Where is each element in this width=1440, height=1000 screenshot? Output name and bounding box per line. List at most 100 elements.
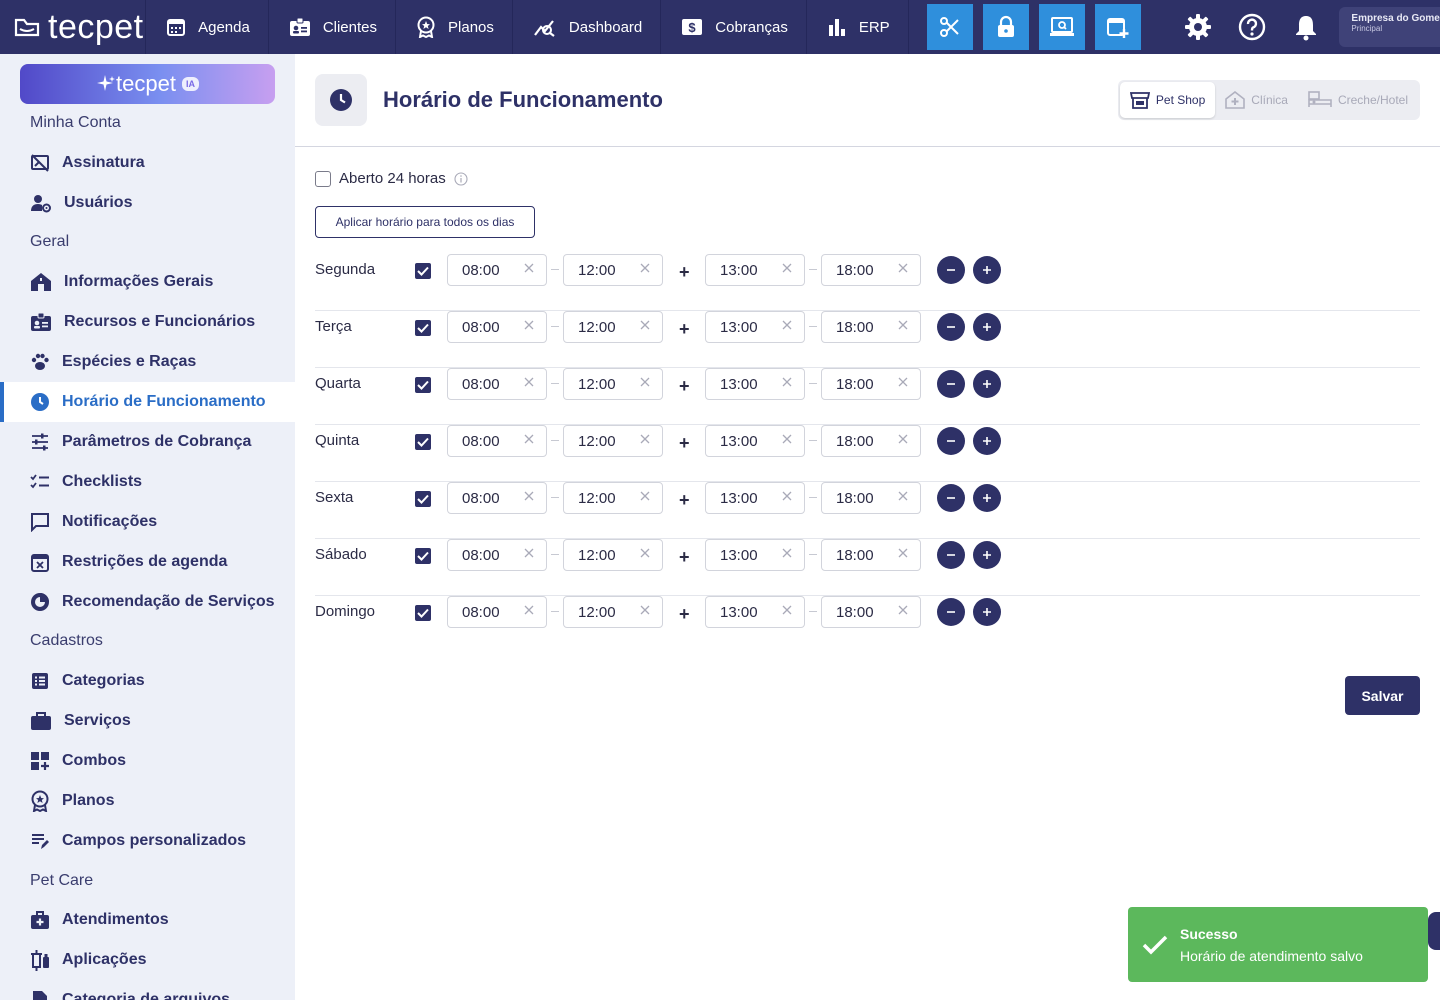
remove-interval-button[interactable] [937, 256, 965, 284]
sidebar-item-campos[interactable]: Campos personalizados [0, 821, 295, 861]
clear-icon[interactable] [524, 263, 534, 273]
clear-icon[interactable] [640, 548, 650, 558]
clear-icon[interactable] [640, 320, 650, 330]
start-time-input-2[interactable]: 13:00 [705, 254, 805, 286]
open-24h-checkbox[interactable] [315, 170, 331, 187]
remove-interval-button[interactable] [937, 313, 965, 341]
tab-pet-shop[interactable]: Pet Shop [1119, 82, 1216, 118]
day-enabled-checkbox[interactable] [415, 548, 431, 564]
tecpet-ia-button[interactable]: tecpet IA [20, 64, 275, 104]
tab-creche-hotel[interactable]: Creche/Hotel [1298, 82, 1418, 118]
info-icon[interactable] [454, 171, 468, 186]
end-time-input-2[interactable]: 18:00 [821, 368, 921, 400]
sidebar-item-assinatura[interactable]: Assinatura [0, 143, 295, 183]
end-time-input-1[interactable]: 12:00 [563, 596, 663, 628]
tecpet-logo[interactable]: tecpet [0, 0, 147, 54]
clear-icon[interactable] [898, 263, 908, 273]
nav-erp[interactable]: ERP [807, 0, 909, 54]
sidebar-item-usuarios[interactable]: Usuários [0, 183, 295, 223]
company-selector[interactable]: Empresa do Gomes Principal [1339, 7, 1440, 47]
add-interval-button[interactable] [973, 313, 1001, 341]
sidebar-item-checklists[interactable]: Checklists [0, 462, 295, 502]
end-time-input-1[interactable]: 12:00 [563, 311, 663, 343]
add-interval-button[interactable] [973, 598, 1001, 626]
sidebar-item-restricoes[interactable]: Restrições de agenda [0, 542, 295, 582]
day-enabled-checkbox[interactable] [415, 605, 431, 621]
clear-icon[interactable] [524, 320, 534, 330]
clear-icon[interactable] [524, 605, 534, 615]
clear-icon[interactable] [782, 263, 792, 273]
scissors-shortcut-button[interactable] [926, 4, 973, 50]
sidebar-item-servicos[interactable]: Serviços [0, 701, 295, 741]
end-time-input-2[interactable]: 18:00 [821, 596, 921, 628]
clear-icon[interactable] [782, 377, 792, 387]
nav-agenda[interactable]: Agenda [146, 0, 269, 54]
sidebar-item-recomendacao[interactable]: Recomendação de Serviços [0, 582, 295, 622]
sidebar-item-parametros[interactable]: Parâmetros de Cobrança [0, 422, 295, 462]
start-time-input-2[interactable]: 13:00 [705, 425, 805, 457]
start-time-input-2[interactable]: 13:00 [705, 368, 805, 400]
start-time-input-1[interactable]: 08:00 [447, 311, 547, 343]
pdv-shortcut-button[interactable] [1038, 4, 1085, 50]
nav-clientes[interactable]: Clientes [269, 0, 397, 54]
start-time-input-1[interactable]: 08:00 [447, 539, 547, 571]
start-time-input-1[interactable]: 08:00 [447, 254, 547, 286]
start-time-input-2[interactable]: 13:00 [705, 539, 805, 571]
clear-icon[interactable] [640, 263, 650, 273]
sidebar-item-notificacoes[interactable]: Notificações [0, 502, 295, 542]
day-enabled-checkbox[interactable] [415, 434, 431, 450]
sidebar-item-aplicacoes[interactable]: Aplicações [0, 940, 295, 980]
remove-interval-button[interactable] [937, 541, 965, 569]
nav-cobrancas[interactable]: $ Cobranças [661, 0, 807, 54]
end-time-input-2[interactable]: 18:00 [821, 482, 921, 514]
add-appointment-shortcut-button[interactable] [1094, 4, 1141, 50]
sidebar-item-combos[interactable]: Combos [0, 741, 295, 781]
settings-button[interactable] [1171, 0, 1225, 54]
clear-icon[interactable] [782, 605, 792, 615]
remove-interval-button[interactable] [937, 484, 965, 512]
help-button[interactable] [1225, 0, 1279, 54]
remove-interval-button[interactable] [937, 370, 965, 398]
clear-icon[interactable] [782, 548, 792, 558]
end-time-input-2[interactable]: 18:00 [821, 425, 921, 457]
clear-icon[interactable] [898, 548, 908, 558]
sidebar-item-recursos[interactable]: Recursos e Funcionários [0, 302, 295, 342]
end-time-input-1[interactable]: 12:00 [563, 368, 663, 400]
start-time-input-2[interactable]: 13:00 [705, 482, 805, 514]
success-toast[interactable]: Sucesso Horário de atendimento salvo [1128, 907, 1428, 982]
clear-icon[interactable] [524, 377, 534, 387]
add-interval-button[interactable] [973, 484, 1001, 512]
start-time-input-2[interactable]: 13:00 [705, 311, 805, 343]
end-time-input-2[interactable]: 18:00 [821, 254, 921, 286]
nav-planos[interactable]: Planos [396, 0, 513, 54]
end-time-input-1[interactable]: 12:00 [563, 539, 663, 571]
remove-interval-button[interactable] [937, 598, 965, 626]
end-time-input-2[interactable]: 18:00 [821, 311, 921, 343]
start-time-input-2[interactable]: 13:00 [705, 596, 805, 628]
sidebar-item-categoria-arquivos[interactable]: Categoria de arquivos [0, 980, 295, 1000]
clear-icon[interactable] [782, 491, 792, 501]
sidebar-item-categorias[interactable]: Categorias [0, 661, 295, 701]
remove-interval-button[interactable] [937, 427, 965, 455]
apply-all-days-button[interactable]: Aplicar horário para todos os dias [315, 206, 535, 238]
clear-icon[interactable] [524, 548, 534, 558]
sidebar-item-planos[interactable]: Planos [0, 781, 295, 821]
save-button[interactable]: Salvar [1345, 676, 1420, 715]
add-interval-button[interactable] [973, 370, 1001, 398]
day-enabled-checkbox[interactable] [415, 377, 431, 393]
day-enabled-checkbox[interactable] [415, 263, 431, 279]
sidebar-item-horario[interactable]: Horário de Funcionamento [0, 382, 295, 422]
clear-icon[interactable] [898, 605, 908, 615]
sidebar-item-informacoes-gerais[interactable]: Informações Gerais [0, 262, 295, 302]
clear-icon[interactable] [640, 377, 650, 387]
lock-shortcut-button[interactable] [982, 4, 1029, 50]
day-enabled-checkbox[interactable] [415, 491, 431, 507]
start-time-input-1[interactable]: 08:00 [447, 482, 547, 514]
nav-dashboard[interactable]: Dashboard [513, 0, 662, 54]
end-time-input-1[interactable]: 12:00 [563, 482, 663, 514]
clear-icon[interactable] [898, 491, 908, 501]
clear-icon[interactable] [524, 491, 534, 501]
clear-icon[interactable] [898, 320, 908, 330]
end-time-input-1[interactable]: 12:00 [563, 425, 663, 457]
clear-icon[interactable] [640, 605, 650, 615]
